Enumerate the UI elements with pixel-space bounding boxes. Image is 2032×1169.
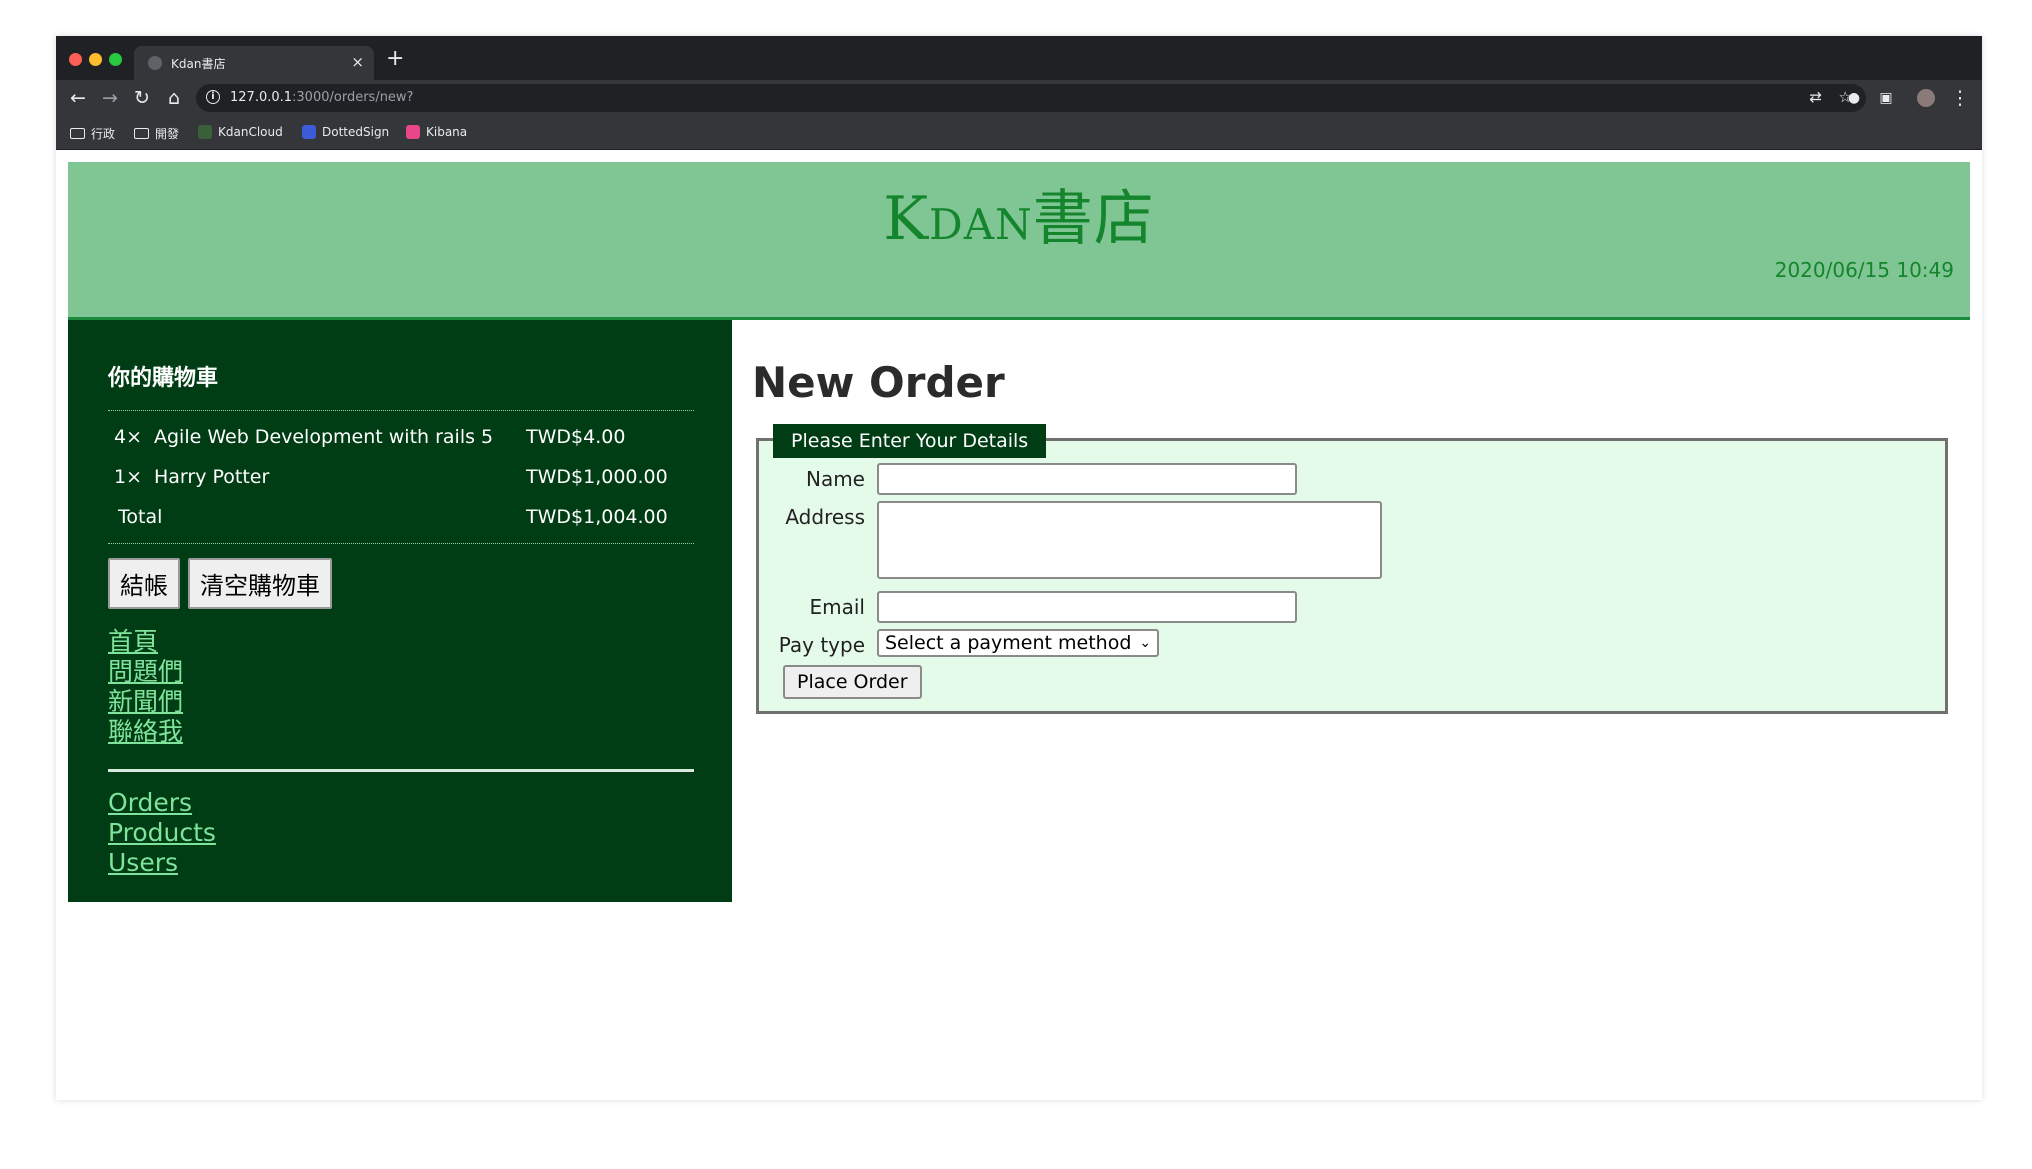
cart-total-price: TWD$1,004.00 xyxy=(526,506,668,528)
main-content: New Order Please Enter Your Details Name… xyxy=(732,320,1970,902)
email-field[interactable] xyxy=(877,591,1297,623)
site-banner: Kdan書店 2020/06/15 10:49 xyxy=(68,162,1970,320)
bookmark-item[interactable]: Kibana xyxy=(406,125,467,139)
sidebar: 你的購物車 4× Agile Web Development with rail… xyxy=(68,320,732,902)
tab-close-icon[interactable]: × xyxy=(351,53,364,71)
cart-total-label: Total xyxy=(118,506,163,528)
tab-favicon-icon xyxy=(148,56,162,70)
reload-icon[interactable]: ↻ xyxy=(130,86,154,110)
place-order-button[interactable]: Place Order xyxy=(783,665,922,699)
url-text[interactable]: 127.0.0.1:3000/orders/new? xyxy=(230,90,413,105)
form-legend: Please Enter Your Details xyxy=(773,424,1047,458)
pay-type-selected: Select a payment method xyxy=(885,632,1132,654)
nav-link-orders[interactable]: Orders xyxy=(108,788,692,818)
back-arrow-icon[interactable]: ← xyxy=(66,86,90,110)
nav-link-contact[interactable]: 聯絡我 xyxy=(108,717,692,747)
bookmark-item[interactable]: 開發 xyxy=(134,125,179,142)
site-nav: 首頁 問題們 新聞們 聯絡我 xyxy=(108,627,692,747)
nav-link-news[interactable]: 新聞們 xyxy=(108,687,692,717)
pay-type-row: Pay type Select a payment method ⌄ xyxy=(759,629,1160,657)
bookmark-label: DottedSign xyxy=(322,125,390,139)
bookmark-label: Kibana xyxy=(426,125,468,139)
nav-link-users[interactable]: Users xyxy=(108,848,692,878)
address-field[interactable] xyxy=(877,501,1382,579)
nav-link-products[interactable]: Products xyxy=(108,818,692,848)
cart-price: TWD$1,000.00 xyxy=(526,466,668,488)
kibana-icon xyxy=(406,125,420,139)
bookmark-item[interactable]: 行政 xyxy=(70,125,115,142)
new-tab-button[interactable]: + xyxy=(386,48,404,70)
tab-strip: Kdan書店 × + xyxy=(56,36,1982,80)
folder-icon xyxy=(70,128,85,139)
cart-table: 4× Agile Web Development with rails 5 TW… xyxy=(108,410,694,544)
address-label: Address xyxy=(785,505,865,529)
site-info-icon[interactable]: i xyxy=(206,90,220,104)
cart-heading: 你的購物車 xyxy=(108,366,219,391)
pay-type-select[interactable]: Select a payment method ⌄ xyxy=(877,629,1160,657)
browser-toolbar: ← → ↻ ⌂ i 127.0.0.1:3000/orders/new? ⇄ ☆… xyxy=(56,80,1982,116)
chevron-down-icon: ⌄ xyxy=(1139,635,1152,651)
maximize-window-icon[interactable] xyxy=(109,53,122,66)
address-row: Address xyxy=(759,501,1382,579)
kdancloud-icon xyxy=(198,125,212,139)
checkout-button[interactable]: 結帳 xyxy=(108,558,180,609)
bookmark-label: KdanCloud xyxy=(218,125,283,139)
sidebar-divider xyxy=(108,769,694,772)
name-label: Name xyxy=(805,467,865,491)
forward-arrow-icon[interactable]: → xyxy=(98,86,122,110)
admin-nav: Orders Products Users xyxy=(108,788,692,878)
email-label: Email xyxy=(809,595,866,619)
cart-title: Harry Potter xyxy=(154,466,270,488)
bookmark-item[interactable]: KdanCloud xyxy=(198,125,283,139)
name-field[interactable] xyxy=(877,463,1297,495)
cart-qty: 1× xyxy=(113,466,142,488)
email-row: Email xyxy=(759,591,1297,623)
bookmark-label: 行政 xyxy=(91,127,116,141)
order-form: Please Enter Your Details Name Address E… xyxy=(756,424,1948,714)
nav-link-home[interactable]: 首頁 xyxy=(108,627,692,657)
menu-kebab-icon[interactable]: ⋮ xyxy=(1948,86,1972,110)
home-icon[interactable]: ⌂ xyxy=(162,86,186,110)
tab-title: Kdan書店 xyxy=(171,57,226,71)
cart-total-row: Total TWD$1,004.00 xyxy=(108,497,694,537)
bookmark-item[interactable]: DottedSign xyxy=(302,125,389,139)
cart-actions: 結帳 清空購物車 xyxy=(108,558,692,609)
extension-icon[interactable]: ● xyxy=(1842,86,1866,110)
minimize-window-icon[interactable] xyxy=(89,53,102,66)
pay-type-label: Pay type xyxy=(778,633,865,657)
browser-window: Kdan書店 × + ← → ↻ ⌂ i 127.0.0.1:3000/orde… xyxy=(56,36,1982,1100)
cart-title: Agile Web Development with rails 5 xyxy=(154,426,494,448)
site-title: Kdan書店 xyxy=(883,184,1155,254)
bookmark-label: 開發 xyxy=(155,127,180,141)
dottedsign-icon xyxy=(302,125,316,139)
cart-price: TWD$4.00 xyxy=(526,426,626,448)
empty-cart-button[interactable]: 清空購物車 xyxy=(188,558,332,609)
nav-link-questions[interactable]: 問題們 xyxy=(108,657,692,687)
cart-row: 4× Agile Web Development with rails 5 TW… xyxy=(108,417,694,457)
name-row: Name xyxy=(759,463,1297,495)
page-content: Kdan書店 2020/06/15 10:49 你的購物車 4× Agile W… xyxy=(68,162,1970,902)
address-bar[interactable]: i 127.0.0.1:3000/orders/new? ⇄ ☆ xyxy=(196,84,1866,112)
bookmarks-bar: 行政 開發 KdanCloud DottedSign Kibana xyxy=(56,116,1982,150)
translate-icon[interactable]: ⇄ xyxy=(1809,88,1822,106)
cart-qty: 4× xyxy=(113,426,142,448)
cart-row: 1× Harry Potter TWD$1,000.00 xyxy=(108,457,694,497)
browser-tab[interactable]: Kdan書店 × xyxy=(134,46,374,80)
close-window-icon[interactable] xyxy=(69,53,82,66)
folder-icon xyxy=(134,128,149,139)
profile-avatar-icon[interactable] xyxy=(1914,86,1938,110)
banner-datetime: 2020/06/15 10:49 xyxy=(1774,258,1954,282)
page-title: New Order xyxy=(752,358,1005,407)
notion-extension-icon[interactable]: ▣ xyxy=(1874,86,1898,110)
